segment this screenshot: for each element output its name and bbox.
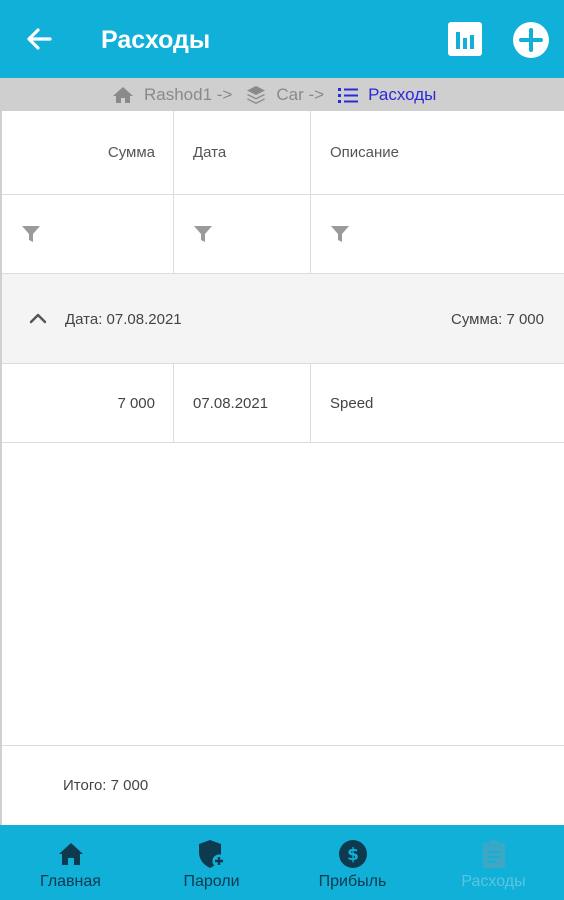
- home-icon: [58, 843, 83, 865]
- cell-description: Speed: [330, 394, 374, 412]
- group-row[interactable]: Дата: 07.08.2021 Сумма: 7 000: [2, 274, 564, 364]
- bar-chart-icon: [448, 22, 482, 56]
- arrow-left-icon: [27, 28, 52, 50]
- dollar-circle-icon: $: [338, 840, 367, 868]
- filter-cell-description[interactable]: [311, 195, 564, 273]
- nav-label: Прибыль: [318, 873, 387, 890]
- app-bar: Расходы: [0, 0, 564, 78]
- group-summary: Сумма: 7 000: [450, 311, 544, 328]
- nav-item-home[interactable]: Главная: [0, 825, 141, 900]
- svg-text:$: $: [347, 845, 359, 865]
- nav-label: Расходы: [461, 873, 526, 890]
- total-label: Итого: 7 000: [63, 777, 149, 794]
- plus-circle-icon: [513, 22, 549, 58]
- add-button[interactable]: [512, 21, 550, 59]
- filter-icon[interactable]: [21, 224, 41, 244]
- layers-icon: [247, 85, 266, 104]
- nav-item-passwords[interactable]: Пароли: [141, 825, 282, 900]
- bottom-navigation: Главная Пароли $ Прибыль Расходы: [0, 825, 564, 900]
- nav-item-expenses[interactable]: Расходы: [423, 825, 564, 900]
- nav-label: Главная: [40, 873, 101, 890]
- home-icon: [113, 86, 133, 103]
- filter-cell-sum[interactable]: [2, 195, 174, 273]
- breadcrumb-label: Расходы: [368, 84, 437, 104]
- column-header-sum[interactable]: Сумма: [2, 111, 174, 194]
- column-header-date[interactable]: Дата: [174, 111, 311, 194]
- cell-sum: 7 000: [2, 364, 174, 442]
- nav-item-income[interactable]: $ Прибыль: [282, 825, 423, 900]
- back-button[interactable]: [20, 20, 58, 58]
- breadcrumb-label: Rashod1 ->: [144, 84, 233, 104]
- page-title: Расходы: [101, 26, 211, 54]
- table-footer: Итого: 7 000: [2, 745, 564, 825]
- nav-label: Пароли: [183, 873, 240, 890]
- chart-button[interactable]: [447, 21, 483, 57]
- column-header-description[interactable]: Описание: [311, 111, 564, 194]
- breadcrumb-item-rashod1[interactable]: Rashod1 ->: [112, 85, 232, 105]
- table-row[interactable]: 7 000 07.08.2021 Speed: [2, 364, 564, 443]
- filter-icon[interactable]: [330, 224, 350, 244]
- breadcrumb-item-expenses[interactable]: Расходы: [338, 85, 436, 105]
- breadcrumb-item-car[interactable]: Car ->: [246, 85, 324, 105]
- breadcrumb-label: Car ->: [276, 84, 325, 104]
- filter-icon[interactable]: [193, 224, 213, 244]
- shield-plus-icon: [198, 840, 225, 868]
- filter-row: [2, 195, 564, 274]
- chevron-up-icon[interactable]: [28, 310, 48, 326]
- table-header: Сумма Дата Описание: [2, 111, 564, 195]
- list-icon: [338, 87, 359, 103]
- group-label: Дата: 07.08.2021: [65, 311, 182, 328]
- filter-cell-date[interactable]: [174, 195, 311, 273]
- cell-date: 07.08.2021: [174, 364, 311, 442]
- clipboard-icon: [482, 839, 505, 868]
- breadcrumb: Rashod1 -> Car -> Расходы: [0, 78, 564, 111]
